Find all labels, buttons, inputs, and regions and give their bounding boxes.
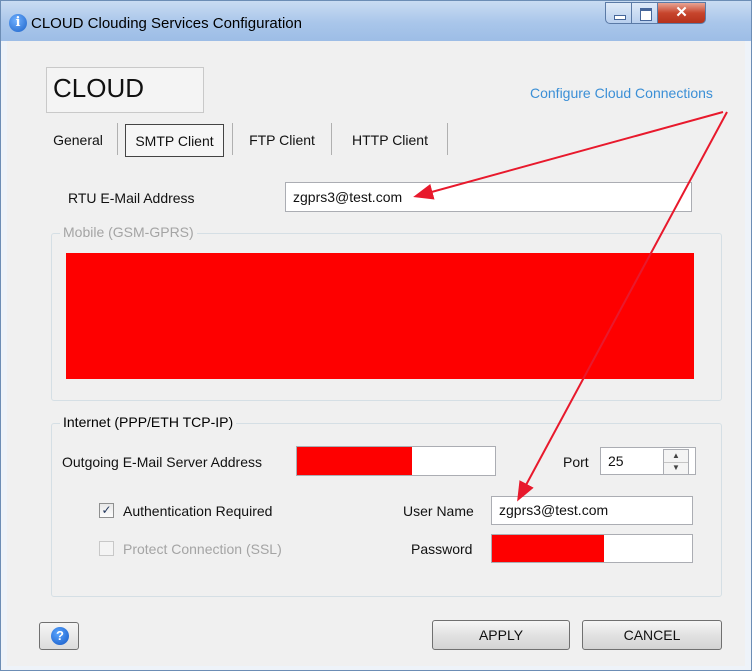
server-address-input[interactable] [296, 446, 496, 476]
dialog-content: CLOUD Configure Cloud Connections Genera… [7, 41, 745, 666]
logo-box: CLOUD [46, 67, 204, 113]
internet-group-title: Internet (PPP/ETH TCP-IP) [60, 414, 237, 430]
minimize-button[interactable] [605, 2, 632, 24]
redaction-block [492, 535, 604, 562]
server-address-label: Outgoing E-Mail Server Address [62, 454, 262, 470]
close-icon: ✕ [675, 4, 688, 21]
spin-down-icon[interactable]: ▼ [664, 462, 688, 474]
window-title: CLOUD Clouding Services Configuration [31, 15, 302, 32]
tab-http-client[interactable]: HTTP Client [340, 124, 440, 157]
config-window: i CLOUD Clouding Services Configuration … [0, 0, 752, 671]
tab-smtp-client[interactable]: SMTP Client [125, 124, 224, 157]
username-input[interactable]: zgprs3@test.com [491, 496, 693, 525]
configure-cloud-connections-link[interactable]: Configure Cloud Connections [530, 85, 713, 101]
ssl-checkbox[interactable] [99, 541, 114, 556]
maximize-button[interactable] [631, 2, 658, 24]
mobile-group-title: Mobile (GSM-GPRS) [60, 224, 197, 240]
tab-ftp-client[interactable]: FTP Client [241, 124, 323, 157]
info-icon: i [9, 14, 27, 32]
password-label: Password [411, 541, 473, 557]
tab-separator [117, 123, 118, 155]
maximize-icon [640, 8, 652, 21]
tab-separator [331, 123, 332, 155]
title-bar[interactable]: i CLOUD Clouding Services Configuration … [1, 1, 751, 41]
rtu-email-input[interactable]: zgprs3@test.com [285, 182, 692, 212]
cancel-button[interactable]: CANCEL [582, 620, 722, 650]
auth-required-label: Authentication Required [123, 503, 273, 519]
port-value: 25 [608, 453, 624, 469]
checkmark-icon: ✓ [101, 503, 112, 517]
redaction-block [297, 447, 412, 475]
minimize-icon [614, 15, 626, 20]
close-button[interactable]: ✕ [657, 2, 706, 24]
help-button[interactable]: ? [39, 622, 79, 650]
rtu-email-label: RTU E-Mail Address [68, 190, 195, 206]
tab-general[interactable]: General [48, 124, 108, 157]
apply-button[interactable]: APPLY [432, 620, 570, 650]
password-input[interactable] [491, 534, 693, 563]
redaction-block [66, 253, 694, 379]
auth-required-checkbox[interactable]: ✓ [99, 503, 114, 518]
logo-text: CLOUD [53, 73, 145, 103]
tab-separator [232, 123, 233, 155]
ssl-label: Protect Connection (SSL) [123, 541, 282, 557]
help-icon: ? [51, 627, 69, 645]
username-label: User Name [403, 503, 474, 519]
port-label: Port [563, 454, 589, 470]
tab-separator [447, 123, 448, 155]
port-spinner[interactable]: ▲ ▼ [663, 449, 689, 475]
